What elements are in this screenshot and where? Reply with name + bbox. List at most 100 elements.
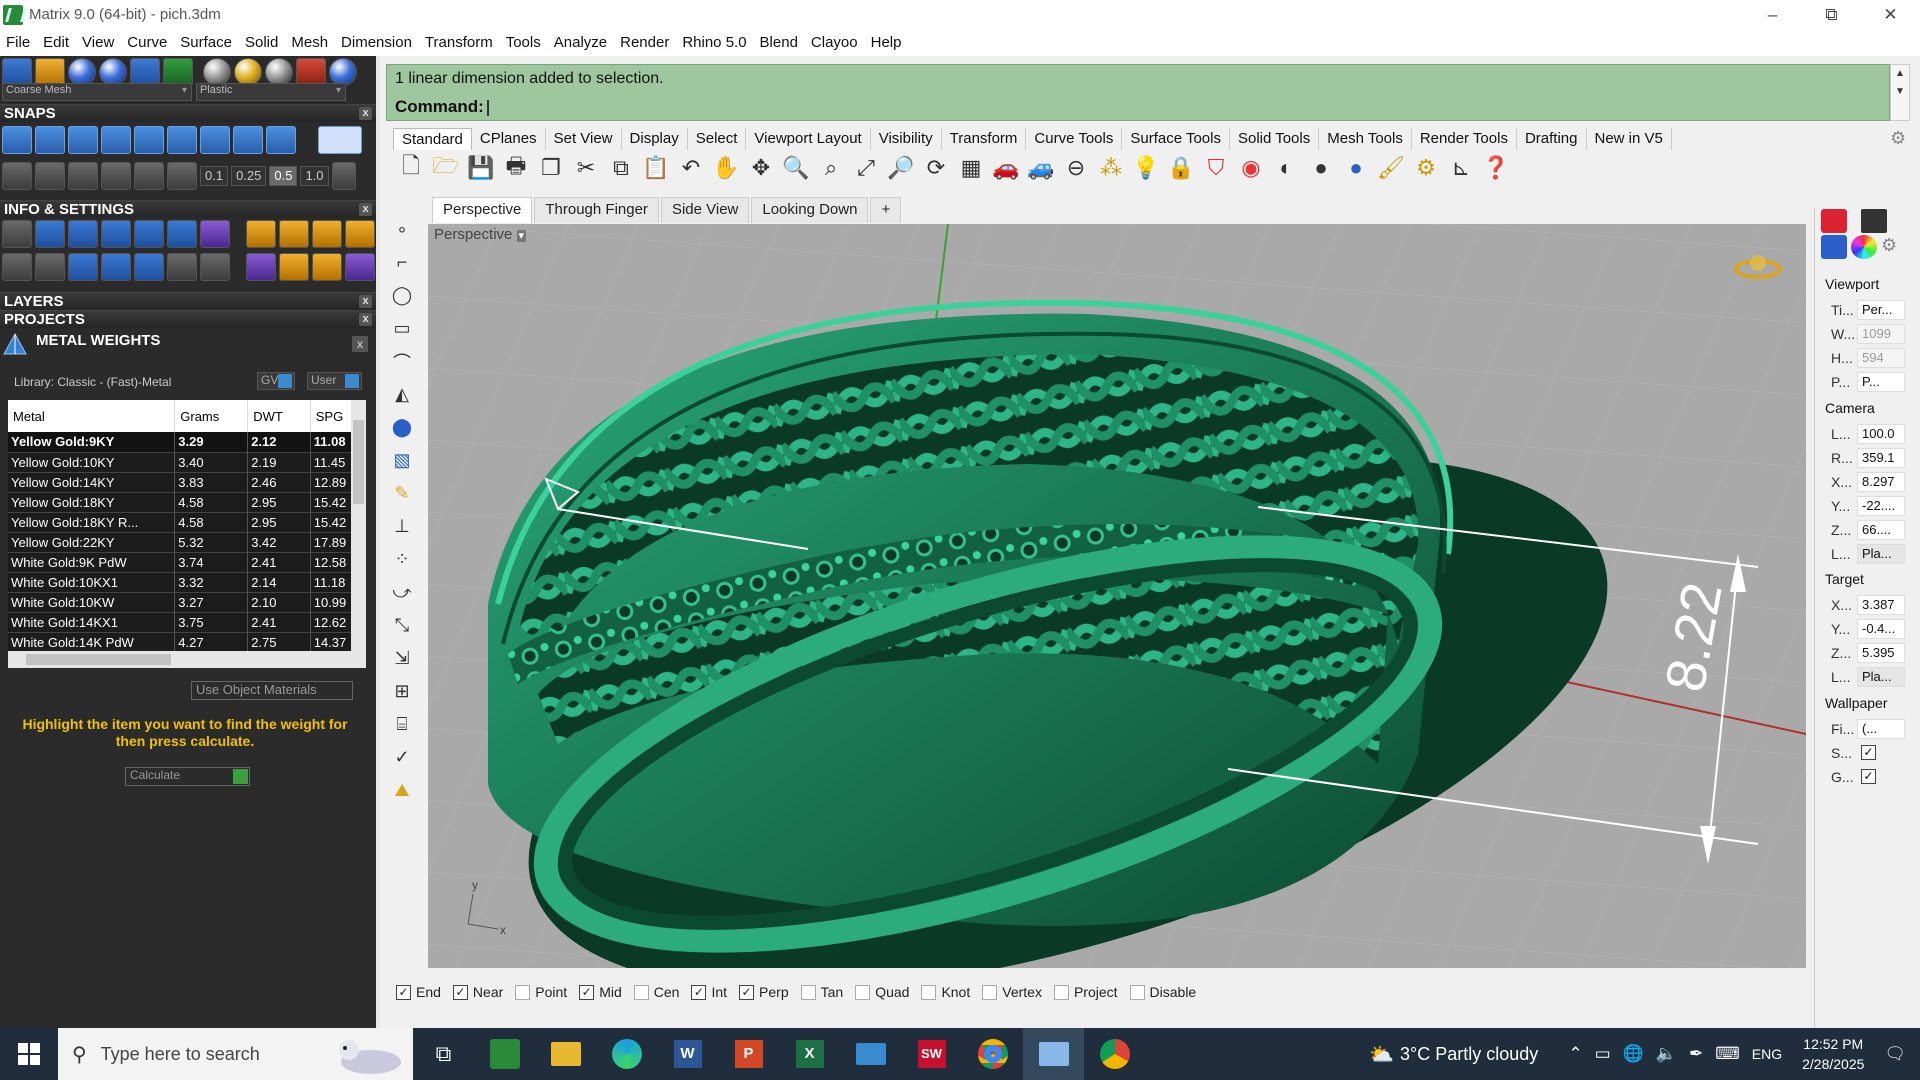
checkbox-icon[interactable] xyxy=(982,984,998,1000)
ortho-toggle-icon[interactable] xyxy=(318,126,362,154)
arrow-tool-icon[interactable] xyxy=(167,162,197,190)
perspective-viewport[interactable]: 8.22 x y Perspective ▾ xyxy=(428,224,1806,968)
tab-standard[interactable]: Standard xyxy=(393,128,472,150)
osnap-tan[interactable]: Tan xyxy=(800,984,843,1000)
move-icon[interactable]: ✥ xyxy=(746,153,776,183)
table-row[interactable]: White Gold:9K PdW 3.74 2.41 12.58 xyxy=(8,552,366,573)
volume-icon[interactable]: 🔈 xyxy=(1656,1044,1677,1064)
command-area[interactable]: 1 linear dimension added to selection. C… xyxy=(386,64,1890,121)
table-row[interactable]: Yellow Gold:18KY R... 4.58 2.95 15.42 xyxy=(8,512,366,533)
checkbox-icon[interactable]: ✓ xyxy=(452,984,468,1000)
menu-rhino5[interactable]: Rhino 5.0 xyxy=(682,34,746,51)
tab-new-in-v5[interactable]: New in V5 xyxy=(1587,128,1672,150)
menu-view[interactable]: View xyxy=(82,34,114,51)
cube-view-icon[interactable] xyxy=(35,162,65,190)
tab-through-finger[interactable]: Through Finger xyxy=(534,197,659,223)
table-row[interactable]: White Gold:14KX1 3.75 2.41 12.62 xyxy=(8,612,366,633)
dimension-icon[interactable]: ⊾ xyxy=(1446,153,1476,183)
pan-hand-icon[interactable]: ✋ xyxy=(711,153,741,183)
save-icon[interactable]: 💾 xyxy=(466,153,496,183)
osnap-point[interactable]: Point xyxy=(515,984,567,1000)
menu-tools[interactable]: Tools xyxy=(506,34,541,51)
tab-render-tools[interactable]: Render Tools xyxy=(1412,128,1517,150)
mesh-icon[interactable]: ▧ xyxy=(386,444,418,477)
tab-drafting[interactable]: Drafting xyxy=(1517,128,1587,150)
table-row[interactable]: White Gold:14K PdW 4.27 2.75 14.37 xyxy=(8,632,366,653)
battery-icon[interactable]: ▭ xyxy=(1595,1044,1611,1064)
material-tab-icon[interactable] xyxy=(1821,209,1847,233)
pen-icon[interactable]: ✒ xyxy=(1689,1044,1703,1064)
tab-mesh-tools[interactable]: Mesh Tools xyxy=(1319,128,1412,150)
lock-icon[interactable]: 🔒 xyxy=(1166,153,1196,183)
curve-icon[interactable]: ⌒ xyxy=(386,345,418,378)
presentation-icon[interactable] xyxy=(1023,1028,1084,1080)
user-toggle[interactable]: User xyxy=(307,372,362,390)
menu-dimension[interactable]: Dimension xyxy=(341,34,412,51)
display-tab-icon[interactable] xyxy=(1861,209,1887,233)
table-vertical-scrollbar[interactable] xyxy=(351,400,366,652)
osnap-perp[interactable]: ✓ Perp xyxy=(739,984,789,1000)
layout-grid-icon[interactable] xyxy=(163,58,193,86)
save-icon[interactable] xyxy=(101,220,131,248)
info-settings-header[interactable]: INFO & SETTINGS x xyxy=(0,200,376,218)
table-row[interactable]: Yellow Gold:14KY 3.83 2.46 12.89 xyxy=(8,472,366,493)
menu-edit[interactable]: Edit xyxy=(43,34,69,51)
snap-value-3[interactable]: 0.5 xyxy=(269,166,298,186)
osnap-cen[interactable]: Cen xyxy=(633,984,679,1000)
column-dwt[interactable]: DWT xyxy=(247,400,311,432)
rotate-view-icon[interactable]: ⟳ xyxy=(921,153,951,183)
table-row[interactable]: Yellow Gold:22KY 5.32 3.42 17.89 xyxy=(8,532,366,553)
close-button[interactable]: ✕ xyxy=(1861,0,1920,29)
silver-sphere-icon[interactable] xyxy=(265,58,293,86)
gear-icon[interactable]: ⚙ xyxy=(1881,235,1907,259)
color-wheel-icon[interactable]: ◉ xyxy=(1236,153,1266,183)
help-icon[interactable]: ❓ xyxy=(1481,153,1511,183)
property-value[interactable]: Pla... xyxy=(1857,667,1905,687)
edit-points-icon[interactable]: ✎ xyxy=(386,477,418,510)
menu-blend[interactable]: Blend xyxy=(760,34,798,51)
calculate-button[interactable]: Calculate xyxy=(125,767,250,786)
remote-desktop-icon[interactable] xyxy=(840,1028,901,1080)
checkbox-icon[interactable]: ✓ xyxy=(1861,744,1876,760)
sweep-icon[interactable]: ⤻ xyxy=(386,576,418,609)
property-value[interactable]: 3.387 xyxy=(1857,595,1905,615)
render-sphere-icon[interactable] xyxy=(68,58,96,86)
property-value[interactable]: ✓ xyxy=(1857,767,1905,787)
render-icon[interactable]: ⛰ xyxy=(386,774,418,807)
circle-snap-icon[interactable] xyxy=(200,126,230,154)
mid-snap-icon[interactable] xyxy=(233,126,263,154)
surface-icon[interactable]: ◭ xyxy=(386,378,418,411)
tab-looking-down[interactable]: Looking Down xyxy=(751,197,869,223)
osnap-mid[interactable]: ✓ Mid xyxy=(579,984,622,1000)
checkbox-icon[interactable]: ✓ xyxy=(396,984,411,1000)
settings-icon[interactable] xyxy=(2,220,32,248)
osnap-end[interactable]: ✓ End xyxy=(396,984,441,1000)
property-value[interactable]: Pla... xyxy=(1857,544,1905,564)
gem-purple-icon[interactable] xyxy=(246,253,276,281)
menu-help[interactable]: Help xyxy=(871,34,902,51)
document-icon[interactable] xyxy=(134,220,164,248)
print-icon[interactable]: 🖶 xyxy=(501,153,531,183)
checkbox-icon[interactable] xyxy=(1053,984,1069,1000)
text-icon[interactable]: ⌸ xyxy=(386,708,418,741)
undo-icon[interactable]: ↶ xyxy=(676,153,706,183)
gold-sphere-icon[interactable] xyxy=(234,58,262,86)
menu-analyze[interactable]: Analyze xyxy=(554,34,607,51)
table-row[interactable]: Yellow Gold:10KY 3.40 2.19 11.45 xyxy=(8,452,366,473)
clock[interactable]: 12:52 PM 2/28/2025 xyxy=(1802,1034,1864,1074)
network-icon[interactable]: 🌐 xyxy=(1623,1044,1644,1064)
close-icon[interactable]: x xyxy=(359,107,372,120)
red-material-icon[interactable] xyxy=(296,58,326,86)
layers-stack-icon[interactable] xyxy=(68,220,98,248)
array-icon[interactable]: ⁘ xyxy=(386,543,418,576)
scale-icon[interactable]: ⤡ xyxy=(386,609,418,642)
layer-icon[interactable]: ⛉ xyxy=(1201,153,1231,183)
point-snap-icon[interactable] xyxy=(101,126,131,154)
use-object-materials-toggle[interactable]: Use Object Materials xyxy=(191,681,353,700)
property-value[interactable]: 1099 xyxy=(1857,324,1905,344)
snap-value-2[interactable]: 0.25 xyxy=(231,166,267,186)
gear-icon[interactable]: ⚙ xyxy=(1890,128,1906,149)
camera-icon[interactable] xyxy=(279,220,309,248)
osnap-quad[interactable]: Quad xyxy=(855,984,909,1000)
tab-perspective[interactable]: Perspective xyxy=(432,197,533,223)
